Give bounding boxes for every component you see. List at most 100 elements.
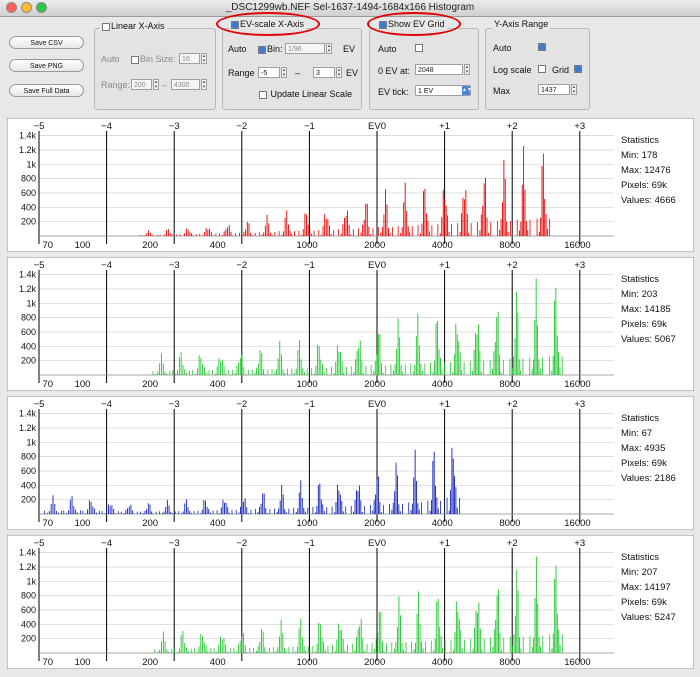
y-tick-label: 1k [26, 298, 36, 308]
y-tick-label: 1k [26, 576, 36, 586]
zero-ev-field[interactable]: 2048 [415, 64, 463, 75]
ev-tick-label: −3 [169, 399, 180, 410]
stats-min: Min: 207 [621, 567, 658, 578]
y-tick-label: 800 [21, 174, 36, 184]
bin-size-stepper[interactable]: ▴ ▾ [201, 53, 207, 64]
ev-tick-label: −5 [34, 399, 45, 410]
linear-range-min-field[interactable]: 200 [131, 79, 152, 90]
linear-tick-label: 400 [210, 518, 226, 529]
ev-tick-label: −2 [236, 260, 247, 271]
ev-axis-title[interactable]: EV-scale X-Axis [229, 19, 307, 29]
update-linear-option[interactable]: Update Linear Scale [259, 89, 352, 99]
y-tick-label: 400 [21, 619, 36, 629]
ev-axis-label: EV-scale X-Axis [240, 19, 305, 29]
y-tick-label: 600 [21, 188, 36, 198]
ev-grid-title[interactable]: Show EV Grid [377, 19, 447, 29]
bin-size-field[interactable]: 16 [179, 53, 200, 64]
linear-tick-label: 400 [210, 379, 226, 390]
ev-tick-select[interactable]: 1 EV ▲▼ [415, 85, 472, 96]
ev-tick-label: −2 [236, 399, 247, 410]
linear-tick-label: 400 [210, 240, 226, 251]
linear-auto-label: Auto [101, 54, 120, 64]
ev-axis-checkbox[interactable] [231, 20, 239, 29]
save-png-button[interactable]: Save PNG [9, 59, 84, 72]
ev-tick-label: +1 [439, 260, 450, 271]
y-tick-label: 1.2k [19, 145, 37, 155]
y-auto-checkbox[interactable] [538, 43, 546, 51]
linear-tick-label: 100 [75, 379, 91, 390]
linear-tick-label: 100 [75, 240, 91, 251]
histogram-chart-green2: 1.4k 1.2k 1k 800 600 400 200 −5 −4 −3 −2 −1 EV0 +1 +2 +… [7, 535, 694, 669]
ev-grid-checkbox[interactable] [379, 20, 387, 29]
ev-range-max-field[interactable]: 3 [313, 67, 335, 78]
y-tick-label: 200 [21, 634, 36, 644]
bin-size-option[interactable]: Bin Size: [131, 54, 176, 64]
ev-tick-label: −1 [304, 260, 315, 271]
y-tick-label: 1.2k [19, 562, 37, 572]
y-max-stepper[interactable]: ▴ ▾ [571, 84, 577, 95]
ev-bin-checkbox[interactable] [258, 45, 266, 54]
ev-tick-label: −5 [34, 260, 45, 271]
histogram-chart-green: 1.4k 1.2k 1k 800 600 400 200 −5 −4 −3 −2 −1 EV0 +1 +2 +… [7, 257, 694, 391]
ev-tick-label: −3 [169, 121, 180, 132]
zero-ev-label: 0 EV at: [378, 66, 411, 76]
zero-ev-stepper[interactable]: ▴ ▾ [464, 64, 470, 75]
linear-axis-title[interactable]: Linear X-Axis [100, 21, 167, 31]
y-tick-label: 1k [26, 159, 36, 169]
stats-values: Values: 2186 [621, 473, 676, 484]
ev-range-label: Range [228, 68, 255, 78]
y-tick-label: 1.4k [19, 131, 37, 141]
window-titlebar: _DSC1299wb.NEF Sel-1637-1494-1684x166 Hi… [0, 0, 700, 17]
save-csv-button[interactable]: Save CSV [9, 36, 84, 49]
ev-grid-auto-checkbox[interactable] [415, 44, 423, 52]
stats-block-blue: Statistics Min: 67 Max: 4935 Pixels: 69k… [621, 411, 676, 486]
linear-tick-label: 1000 [297, 657, 318, 668]
stats-pixels: Pixels: 69k [621, 319, 667, 330]
ev-tick-label: −3 [169, 260, 180, 271]
linear-axis-checkbox[interactable] [102, 22, 110, 31]
y-tick-label: 800 [21, 591, 36, 601]
stats-pixels: Pixels: 69k [621, 180, 667, 191]
stats-pixels: Pixels: 69k [621, 458, 667, 469]
stats-pixels: Pixels: 69k [621, 597, 667, 608]
linear-range-min-stepper[interactable]: ▴ ▾ [153, 79, 159, 90]
ev-range-unit: EV [346, 68, 359, 78]
ev-range-min-stepper[interactable]: ▴ ▾ [281, 67, 287, 78]
ev-bin-label: Bin: [267, 44, 283, 54]
linear-range-label: Range: [101, 80, 131, 90]
ev-bin-option[interactable]: Bin: [258, 44, 283, 54]
ev-tick-label: EV tick: [378, 87, 409, 97]
ev-tick-label: +2 [507, 260, 518, 271]
linear-tick-label: 70 [42, 379, 53, 390]
ev-tick-label: −2 [236, 538, 247, 549]
update-linear-checkbox[interactable] [259, 90, 267, 99]
linear-tick-label: 1000 [297, 379, 318, 390]
stats-max: Max: 4935 [621, 443, 666, 454]
stats-title: Statistics [621, 552, 660, 563]
grid-checkbox[interactable] [574, 65, 582, 73]
ev-range-min-field[interactable]: -5 [258, 67, 280, 78]
linear-range-max-field[interactable]: 4300 [171, 79, 200, 90]
linear-tick-label: 200 [142, 657, 158, 668]
y-tick-label: 400 [21, 202, 36, 212]
ev-tick-label: +3 [574, 538, 585, 549]
ev-tick-label: +1 [439, 399, 450, 410]
ev-tick-label: −1 [304, 121, 315, 132]
stats-max: Max: 14185 [621, 304, 671, 315]
ev-bin-field[interactable]: 1/96 [285, 43, 325, 54]
log-scale-checkbox[interactable] [538, 65, 546, 73]
save-full-data-button[interactable]: Save Full Data [9, 84, 84, 97]
plot-background [7, 118, 694, 252]
histogram-chart-red: 1.4k 1.2k 1k 800 600 400 200 −5 −4 −3 −2 −1 EV0 +1 +2 +… [7, 118, 694, 252]
y-max-field[interactable]: 1437 [538, 84, 570, 95]
ev-bin-stepper[interactable]: ▴ ▾ [326, 43, 332, 54]
y-axis-title: Y-Axis Range [492, 19, 551, 29]
ev-tick-label: +3 [574, 121, 585, 132]
ev-bin-unit: EV [343, 44, 356, 54]
linear-range-max-stepper[interactable]: ▴ ▾ [201, 79, 207, 90]
ev-auto-label: Auto [228, 44, 247, 54]
chevron-down-icon: ▲▼ [462, 86, 472, 95]
ev-range-max-stepper[interactable]: ▴ ▾ [336, 67, 342, 78]
y-tick-label: 200 [21, 217, 36, 227]
bin-size-checkbox[interactable] [131, 55, 139, 64]
